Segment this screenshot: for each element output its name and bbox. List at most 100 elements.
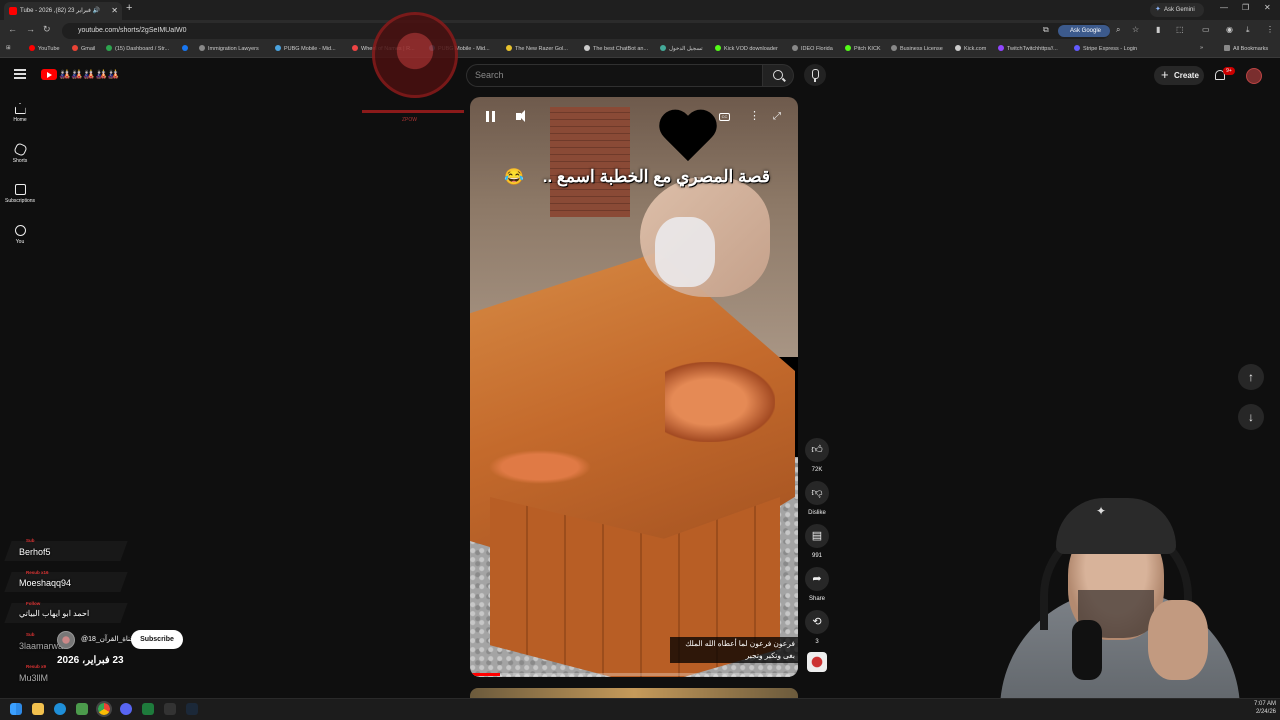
bookmark-chatbot[interactable]: The best ChatBot an... (584, 45, 648, 52)
steam-icon[interactable] (186, 703, 198, 715)
overlay-divider (362, 110, 464, 113)
browser-tab[interactable]: Tube - 2026 ,فبراير 23 (82) 🔊 ✕ (4, 2, 122, 20)
zoom-icon[interactable]: ⌕ (1116, 25, 1120, 35)
overlay-caption: ZPOW (402, 117, 417, 123)
comments-button[interactable]: ▤ (805, 524, 829, 548)
chrome-icon[interactable] (96, 701, 112, 717)
microphone-icon[interactable] (804, 64, 826, 86)
captions-icon[interactable]: CC (719, 113, 730, 121)
video-scene-peeling-film (665, 362, 775, 442)
remix-button[interactable]: ⟲ (805, 610, 829, 634)
sidebar-item-home[interactable]: Home (0, 103, 40, 123)
like-button[interactable]: 👍︎ (805, 438, 829, 462)
fullscreen-icon[interactable]: ⤢ (773, 111, 781, 122)
bookmark-star-icon[interactable]: ☆ (1132, 25, 1139, 34)
extensions-puzzle-icon[interactable]: ⬚ (1176, 25, 1184, 34)
windows-start-icon[interactable] (10, 703, 22, 715)
folder-icon (1224, 45, 1230, 51)
globe-icon (955, 45, 961, 51)
restore-icon[interactable]: ❐ (1242, 3, 1249, 12)
you-icon (14, 225, 26, 236)
bookmark-immigration[interactable]: Immigration Lawyers (199, 45, 259, 52)
close-window-icon[interactable]: ✕ (1264, 3, 1271, 12)
bookmark-stripe[interactable]: Stripe Express - Login (1074, 45, 1137, 52)
notification-count-badge: 9+ (1223, 67, 1235, 75)
bookmarks-overflow-icon[interactable]: » (1200, 45, 1203, 51)
comment-count: 991 (811, 553, 822, 559)
create-button[interactable]: Create (1154, 65, 1204, 85)
reload-icon[interactable]: ↻ (43, 24, 51, 35)
search-input[interactable]: Search (466, 64, 762, 87)
side-panel-icon[interactable]: ▭ (1202, 25, 1210, 34)
bookmark-razer[interactable]: The New Razer Gol... (506, 45, 568, 52)
bookmark-facebook[interactable] (182, 45, 191, 52)
forward-icon[interactable]: → (26, 24, 35, 34)
menu-dots-icon[interactable]: ⋮ (1266, 25, 1274, 34)
minimize-icon[interactable]: — (1220, 3, 1228, 12)
url-text: youtube.com/shorts/2gSeIMUaIW0 (78, 27, 187, 34)
clock-date: 2/24/26 (1255, 709, 1276, 715)
pubg-icon (275, 45, 281, 51)
bookmark-ideo[interactable]: IDEO Florida (792, 45, 833, 52)
store-icon[interactable] (76, 703, 88, 715)
ask-google-button[interactable]: Ask Google (1058, 25, 1110, 37)
heart-icon (658, 111, 718, 167)
bookmark-kick-vod[interactable]: Kick VOD downloader (715, 45, 778, 52)
download-icon[interactable]: ⤓ (1246, 25, 1250, 35)
ask-gemini-button[interactable]: Ask Gemini (1150, 3, 1204, 17)
install-app-icon[interactable]: ⧉ (1043, 25, 1049, 35)
folder-icon (792, 45, 798, 51)
dislike-button[interactable]: 👎︎ (805, 481, 829, 505)
volume-icon[interactable] (516, 110, 525, 122)
back-icon[interactable]: ← (8, 24, 17, 34)
more-options-icon[interactable]: ⋮ (749, 111, 760, 122)
progress-track[interactable] (470, 673, 798, 676)
sidebar-item-shorts[interactable]: Shorts (0, 142, 40, 164)
obs-icon[interactable] (164, 703, 176, 715)
profile-icon[interactable]: ◉ (1226, 25, 1233, 34)
bookmark-twitch[interactable]: TwitchTwitchhttps//... (998, 45, 1058, 52)
bookmark-pitch-kick[interactable]: Pitch KICK (845, 45, 881, 52)
bookmark-gmail[interactable]: Gmail (72, 45, 95, 52)
next-video-preview[interactable] (470, 688, 798, 698)
sidebar-item-you[interactable]: You (0, 225, 40, 245)
youtube-favicon-icon (9, 7, 17, 15)
taskbar-clock[interactable]: 7:07 AM 2/24/26 (1246, 700, 1276, 716)
dislike-label: Dislike (808, 510, 826, 516)
youtube-logo-icon[interactable] (41, 69, 57, 80)
channel-thumbnail[interactable] (807, 652, 827, 672)
thumbs-up-icon: 👍︎ (811, 444, 823, 456)
close-tab-icon[interactable]: ✕ (111, 2, 118, 20)
bookmark-pubg-1[interactable]: PUBG Mobile - Mid... (275, 45, 336, 52)
previous-short-arrow-up-icon[interactable]: ↑ (1238, 364, 1264, 390)
bookmark-youtube[interactable]: YouTube (29, 45, 60, 52)
apps-grid-icon[interactable]: ⊞ (6, 45, 11, 51)
account-avatar[interactable] (1246, 68, 1262, 84)
video-scene-peeling-film-2 (480, 447, 600, 487)
new-tab-icon[interactable]: + (126, 2, 132, 14)
bookmark-login-ar[interactable]: تسجيل الدخول (660, 45, 703, 52)
edge-icon[interactable] (54, 703, 66, 715)
bookmark-dashboard[interactable]: (15) Dashboard / Str... (106, 45, 169, 52)
excel-icon[interactable] (142, 703, 154, 715)
shorts-video-player[interactable]: قصة المصري مع الخطبة اسمع .. 😂 CC ⋮ ⤢ فر… (470, 97, 798, 677)
razer-icon (506, 45, 512, 51)
bookmark-kick[interactable]: Kick.com (955, 45, 986, 52)
search-icon[interactable] (762, 64, 794, 87)
hamburger-menu-icon[interactable] (14, 69, 26, 79)
bookmark-business-license[interactable]: Business License (891, 45, 943, 52)
date-overlay: 23 فبراير، 2026 (57, 655, 124, 666)
file-explorer-icon[interactable] (32, 703, 44, 715)
extension-icon[interactable]: ▮ (1156, 25, 1160, 34)
youtube-logo-text[interactable]: 🎎🎎🎎🎎🎎 (59, 69, 120, 80)
sidebar-item-subscriptions[interactable]: Subscriptions (0, 184, 40, 204)
share-button[interactable]: ➦ (805, 567, 829, 591)
discord-icon[interactable] (120, 703, 132, 715)
dashboard-icon (106, 45, 112, 51)
next-short-arrow-down-icon[interactable]: ↓ (1238, 404, 1264, 430)
address-bar[interactable]: youtube.com/shorts/2gSeIMUaIW0 (62, 23, 1110, 39)
comment-icon: ▤ (811, 530, 823, 542)
all-bookmarks[interactable]: All Bookmarks (1224, 45, 1268, 52)
subscribe-button[interactable]: Subscribe (131, 630, 183, 649)
pause-icon[interactable] (486, 111, 495, 122)
